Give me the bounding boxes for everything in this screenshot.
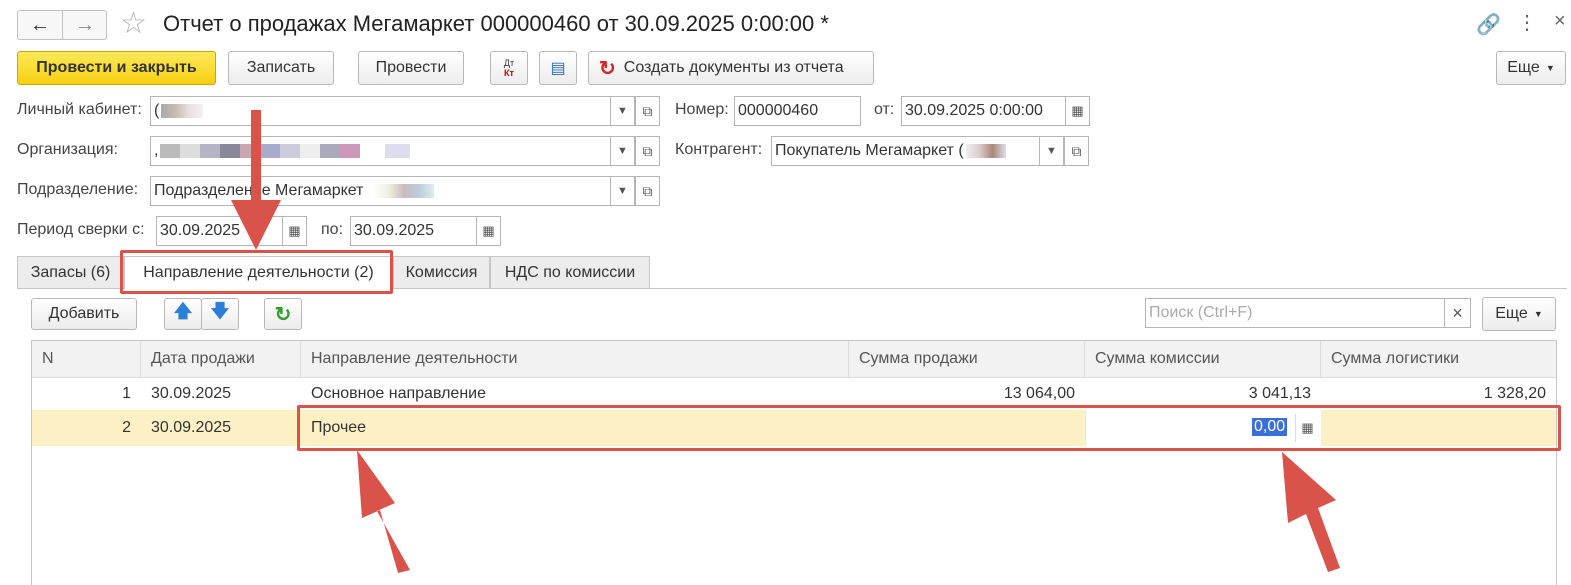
arrow-to-commission	[1282, 452, 1340, 572]
annotation-arrows	[231, 110, 1340, 573]
arrow-to-tab	[231, 110, 281, 250]
arrow-to-direction	[357, 450, 410, 573]
